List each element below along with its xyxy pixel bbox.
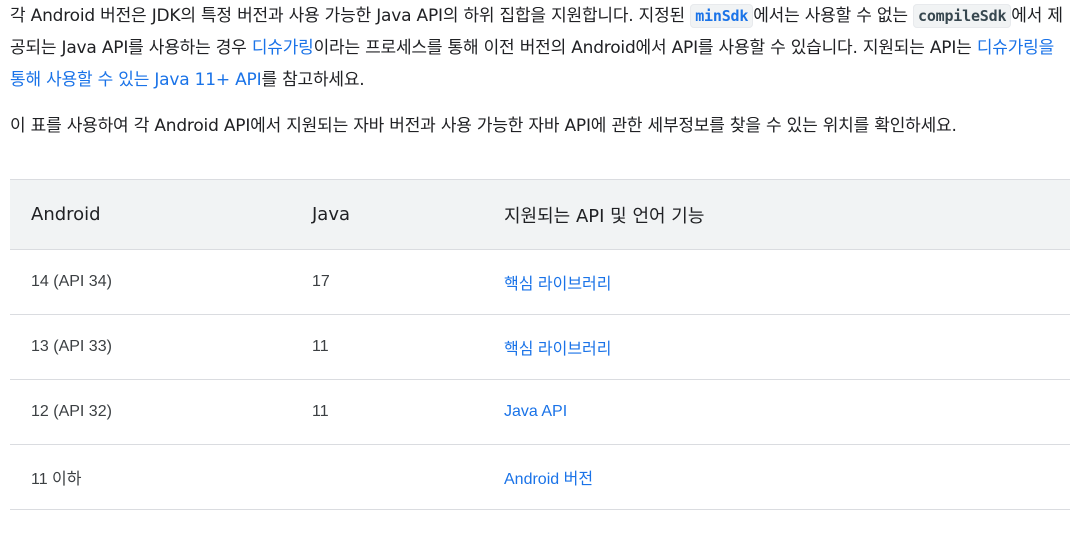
cell-android-version: 11 이하 xyxy=(10,444,291,510)
cell-java-version: 11 xyxy=(291,314,483,380)
intro-text-5: 를 참고하세요. xyxy=(261,70,365,90)
cell-android-version: 14 (API 34) xyxy=(10,249,291,315)
main-content: 각 Android 버전은 JDK의 특정 버전과 사용 가능한 Java AP… xyxy=(0,0,1072,510)
minsdk-code-link[interactable]: minSdk xyxy=(690,4,754,28)
cell-features: Android 버전 xyxy=(483,444,1070,510)
cell-features: Java API xyxy=(483,379,1070,445)
header-features: 지원되는 API 및 언어 기능 xyxy=(483,179,1070,250)
compilesdk-code: compileSdk xyxy=(912,4,1012,28)
core-libraries-link[interactable]: 핵심 라이브러리 xyxy=(504,276,612,293)
core-libraries-link[interactable]: 핵심 라이브러리 xyxy=(504,341,612,358)
desugaring-link[interactable]: 디슈가링 xyxy=(252,38,314,58)
cell-features: 핵심 라이브러리 xyxy=(483,249,1070,315)
table-row: 11 이하 Android 버전 xyxy=(10,444,1070,510)
intro-text-2: 에서는 사용할 수 없는 xyxy=(753,6,913,26)
cell-java-version: 17 xyxy=(291,249,483,315)
header-java: Java xyxy=(291,179,483,250)
cell-android-version: 13 (API 33) xyxy=(10,314,291,380)
android-versions-link[interactable]: Android 버전 xyxy=(504,471,593,488)
cell-android-version: 12 (API 32) xyxy=(10,379,291,445)
intro-paragraph-2: 이 표를 사용하여 각 Android API에서 지원되는 자바 버전과 사용… xyxy=(10,116,957,136)
header-android: Android xyxy=(10,179,291,250)
table-row: 13 (API 33) 11 핵심 라이브러리 xyxy=(10,314,1070,380)
cell-java-version xyxy=(291,444,483,510)
java-api-link[interactable]: Java API xyxy=(504,403,567,420)
table-row: 12 (API 32) 11 Java API xyxy=(10,379,1070,445)
table-header-row: Android Java 지원되는 API 및 언어 기능 xyxy=(10,179,1070,250)
intro-text-4: 이라는 프로세스를 통해 이전 버전의 Android에서 API를 사용할 수… xyxy=(313,38,977,58)
cell-java-version: 11 xyxy=(291,379,483,445)
cell-features: 핵심 라이브러리 xyxy=(483,314,1070,380)
table-row: 14 (API 34) 17 핵심 라이브러리 xyxy=(10,249,1070,315)
intro-text-1: 각 Android 버전은 JDK의 특정 버전과 사용 가능한 Java AP… xyxy=(10,6,691,26)
java-versions-table: Android Java 지원되는 API 및 언어 기능 14 (API 34… xyxy=(10,179,1070,510)
intro-paragraph-1: 각 Android 버전은 JDK의 특정 버전과 사용 가능한 Java AP… xyxy=(10,0,1072,96)
